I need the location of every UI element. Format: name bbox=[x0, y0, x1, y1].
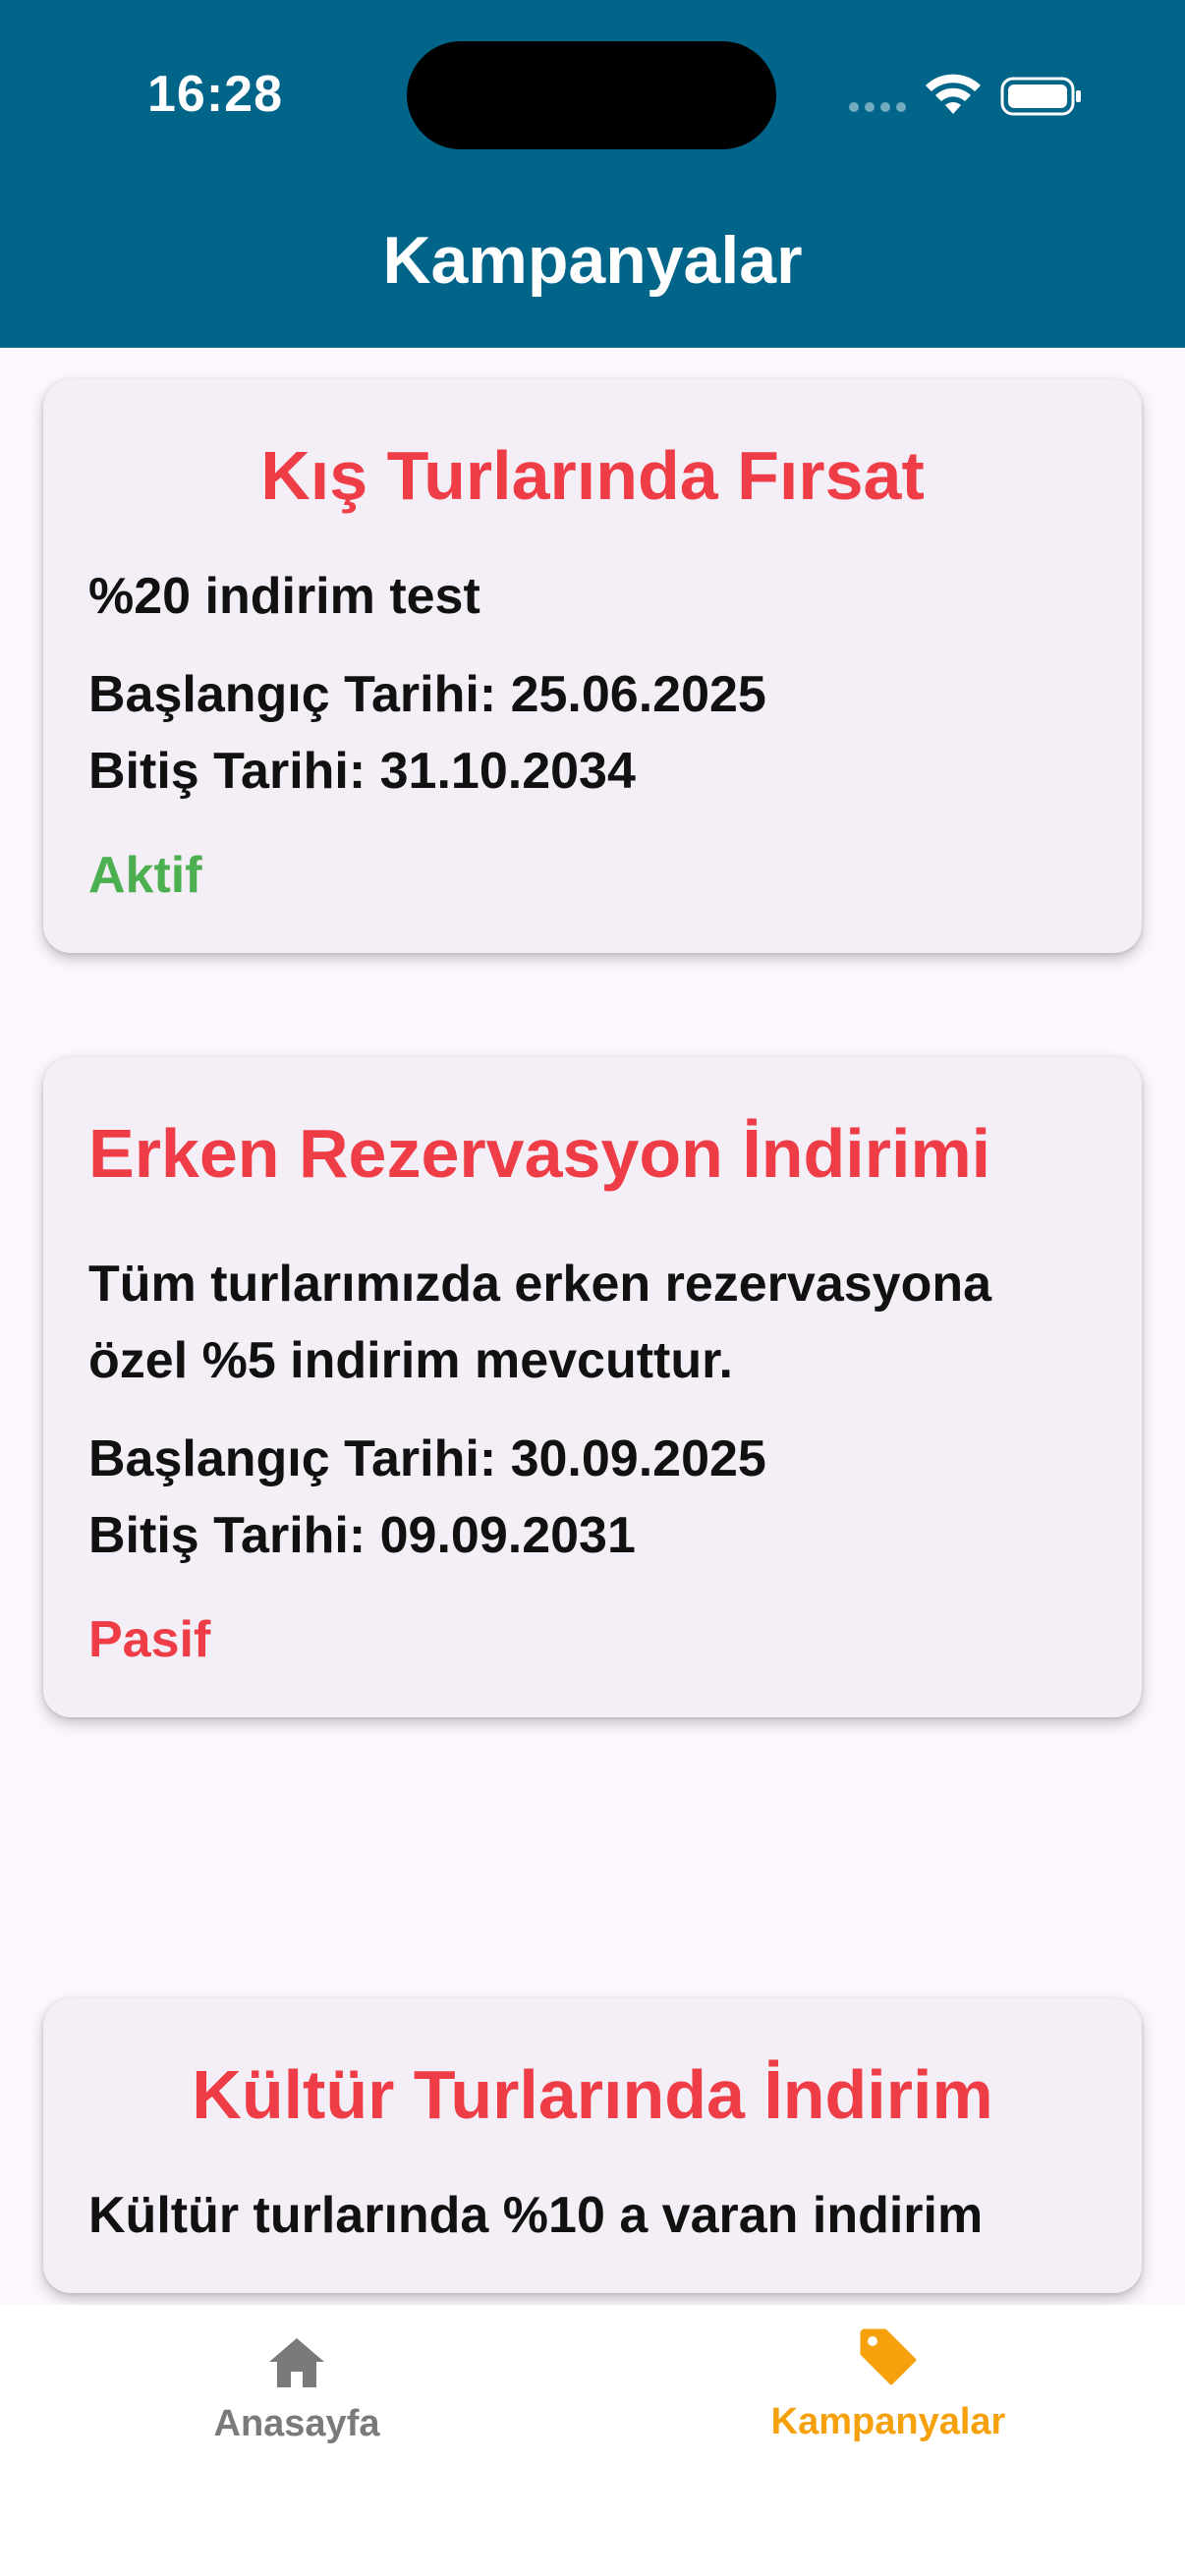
campaign-description: %20 indirim test bbox=[88, 568, 480, 625]
campaign-start-date: Başlangıç Tarihi: 30.09.2025 bbox=[88, 1430, 766, 1487]
campaign-status: Aktif bbox=[88, 847, 202, 904]
campaign-end-date: Bitiş Tarihi: 31.10.2034 bbox=[88, 743, 636, 800]
status-time: 16:28 bbox=[147, 66, 283, 123]
tab-campaigns-label: Kampanyalar bbox=[770, 2401, 1006, 2442]
campaign-card[interactable]: Kış Turlarında Fırsat %20 indirim test B… bbox=[43, 379, 1142, 953]
tab-campaigns[interactable]: Kampanyalar bbox=[692, 2324, 1085, 2443]
campaign-title: Kış Turlarında Fırsat bbox=[260, 437, 925, 514]
bottom-tab-bar: Anasayfa Kampanyalar bbox=[0, 2305, 1185, 2576]
campaign-description: Tüm turlarımızda erken rezervasyona özel… bbox=[88, 1256, 992, 1389]
battery-icon bbox=[1000, 77, 1081, 116]
campaign-title: Kültür Turlarında İndirim bbox=[192, 2056, 993, 2133]
campaign-description: Kültür turlarında %10 a varan indirim bbox=[88, 2187, 984, 2244]
campaign-start-date: Başlangıç Tarihi: 25.06.2025 bbox=[88, 666, 766, 723]
campaign-end-date: Bitiş Tarihi: 09.09.2031 bbox=[88, 1507, 636, 1564]
campaign-list[interactable]: Kış Turlarında Fırsat %20 indirim test B… bbox=[0, 348, 1185, 2305]
page-title: Kampanyalar bbox=[382, 223, 803, 298]
tab-home-label: Anasayfa bbox=[213, 2403, 380, 2444]
campaign-card[interactable]: Kültür Turlarında İndirim Kültür turları… bbox=[43, 1998, 1142, 2293]
wifi-icon bbox=[926, 74, 981, 114]
campaign-title: Erken Rezervasyon İndirimi bbox=[88, 1115, 991, 1192]
tag-icon bbox=[860, 2328, 917, 2385]
app-header: 16:28 Kampanyalar bbox=[0, 0, 1185, 348]
home-icon bbox=[269, 2338, 324, 2387]
dynamic-island bbox=[407, 41, 776, 149]
tab-home[interactable]: Anasayfa bbox=[100, 2334, 493, 2445]
cellular-signal-icon bbox=[849, 102, 908, 116]
campaign-card[interactable]: Erken Rezervasyon İndirimi Tüm turlarımı… bbox=[43, 1057, 1142, 1717]
campaign-status: Pasif bbox=[88, 1611, 211, 1668]
